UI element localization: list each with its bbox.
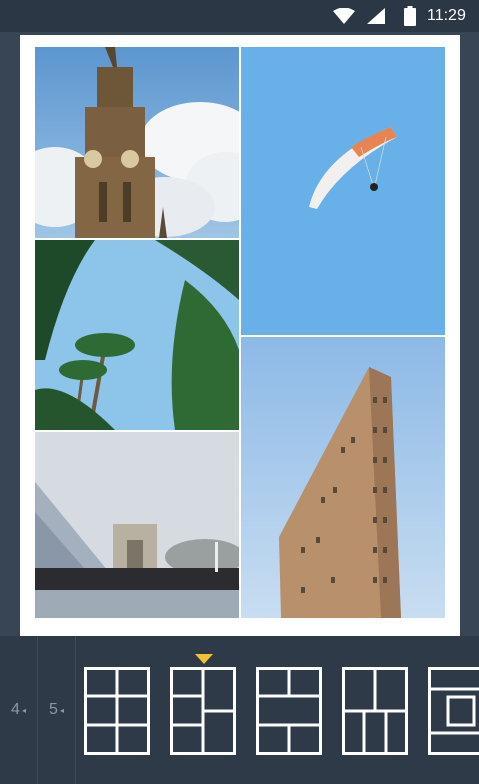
status-time: 11:29 — [427, 7, 466, 24]
wifi-icon — [333, 8, 355, 24]
triangle-left-icon: ◂ — [59, 705, 64, 715]
layout-option-4[interactable] — [342, 667, 408, 755]
layout-option-2[interactable] — [170, 667, 236, 755]
triangle-left-icon: ◂ — [21, 705, 26, 715]
status-bar: 11:29 — [0, 0, 479, 32]
photo-count-4[interactable]: 4 ◂ — [0, 636, 38, 784]
layout-option-1[interactable] — [84, 667, 150, 755]
layout-strip[interactable] — [76, 636, 479, 784]
layout-bottom-bar: 4 ◂ 5 ◂ — [0, 636, 479, 784]
photo-palm-trees[interactable] — [35, 240, 239, 430]
collage-frame — [20, 35, 460, 636]
battery-icon — [404, 6, 416, 26]
photo-paraglider[interactable] — [241, 47, 445, 335]
photo-cathedral-tower[interactable] — [35, 47, 239, 238]
photo-flatiron-building[interactable] — [241, 337, 445, 618]
signal-icon — [367, 8, 385, 24]
photo-louvre-pyramid[interactable] — [35, 432, 239, 618]
photo-count-5[interactable]: 5 ◂ — [38, 636, 76, 784]
layout-option-5[interactable] — [428, 667, 479, 755]
layout-option-3[interactable] — [256, 667, 322, 755]
selected-layout-marker — [195, 654, 213, 664]
